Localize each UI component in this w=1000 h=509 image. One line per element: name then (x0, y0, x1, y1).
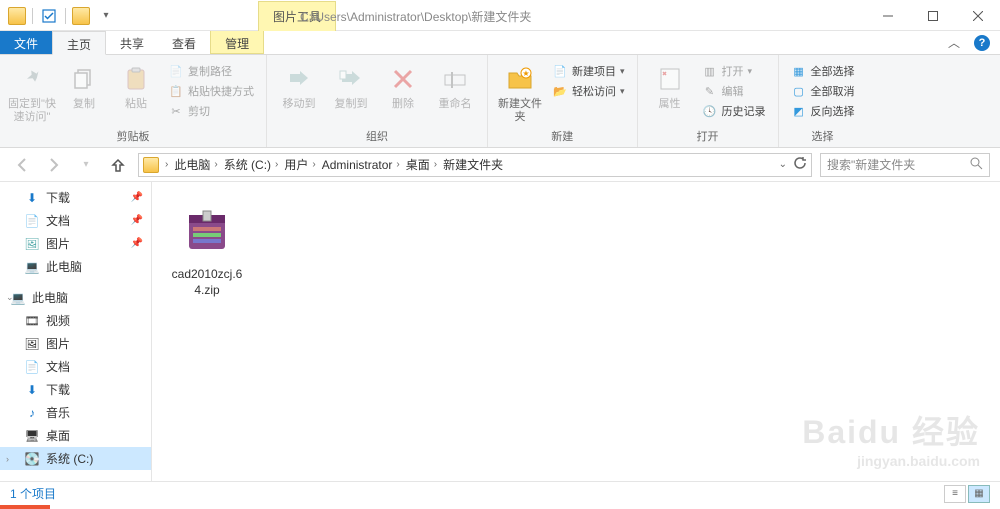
breadcrumb-segment: 桌面› (406, 156, 441, 173)
address-row: ▾ › 此电脑› 系统 (C:)› 用户› Administrator› 桌面›… (0, 148, 1000, 182)
tab-manage[interactable]: 管理 (210, 31, 264, 54)
window-title: C:\Users\Administrator\Desktop\新建文件夹 (300, 8, 531, 25)
breadcrumb-segment: Administrator› (322, 158, 404, 172)
sidebar-item-downloads[interactable]: ⬇下载📌 (0, 186, 151, 209)
sidebar-item-desktop[interactable]: 🖥桌面 (0, 424, 151, 447)
edit-button[interactable]: ✎编辑 (698, 81, 770, 101)
new-item-button[interactable]: 📄新建项目▾ (548, 61, 629, 81)
tab-home[interactable]: 主页 (52, 31, 106, 55)
file-list-pane[interactable]: cad2010zcj.64.zip (152, 182, 1000, 481)
breadcrumb-segment: 新建文件夹 (443, 156, 503, 173)
navigation-pane: ⬇下载📌 📄文档📌 🖼图片📌 💻此电脑 ⌄💻此电脑 🎞视频 🖼图片 📄文档 ⬇下… (0, 182, 152, 481)
breadcrumb-segment: 此电脑› (174, 156, 221, 173)
easy-access-button[interactable]: 📂轻松访问▾ (548, 81, 629, 101)
search-input[interactable]: 搜索"新建文件夹 (820, 153, 990, 177)
sidebar-item-system-c[interactable]: ›💽系统 (C:) (0, 447, 151, 470)
tab-view[interactable]: 查看 (158, 31, 210, 54)
copy-to-button[interactable]: 复制到 (327, 59, 375, 111)
paste-button[interactable]: 粘贴 (112, 59, 160, 111)
ribbon: 固定到"快速访问" 复制 粘贴 📄复制路径 📋粘贴快捷方式 ✂剪切 剪贴板 (0, 55, 1000, 148)
ribbon-group-new: ★ 新建文件夹 📄新建项目▾ 📂轻松访问▾ 新建 (488, 55, 638, 147)
sidebar-item-documents[interactable]: 📄文档📌 (0, 209, 151, 232)
delete-button[interactable]: 删除 (379, 59, 427, 111)
group-label-new: 新建 (496, 126, 629, 147)
invert-selection-button[interactable]: ◩反向选择 (787, 101, 859, 121)
nav-forward-button[interactable] (42, 153, 66, 177)
ribbon-group-clipboard: 固定到"快速访问" 复制 粘贴 📄复制路径 📋粘贴快捷方式 ✂剪切 剪贴板 (0, 55, 267, 147)
address-bar[interactable]: › 此电脑› 系统 (C:)› 用户› Administrator› 桌面› 新… (138, 153, 812, 177)
address-dropdown-icon[interactable]: ⌄ (779, 159, 787, 170)
nav-up-button[interactable] (106, 153, 130, 177)
sidebar-item-videos[interactable]: 🎞视频 (0, 309, 151, 332)
group-label-organize: 组织 (275, 126, 479, 147)
sidebar-item-downloads2[interactable]: ⬇下载 (0, 378, 151, 401)
copy-path-button[interactable]: 📄复制路径 (164, 61, 258, 81)
item-count: 1 个项目 (10, 485, 56, 502)
paste-shortcut-button[interactable]: 📋粘贴快捷方式 (164, 81, 258, 101)
sidebar-item-this-pc-root[interactable]: ⌄💻此电脑 (0, 286, 151, 309)
qat-checkbox-icon[interactable] (39, 6, 59, 26)
minimize-button[interactable] (865, 1, 910, 31)
file-item[interactable]: cad2010zcj.64.zip (162, 192, 252, 305)
collapse-ribbon-icon[interactable]: ︿ (948, 34, 960, 51)
archive-icon (175, 199, 239, 263)
copy-button[interactable]: 复制 (60, 59, 108, 111)
ribbon-tabs: 文件 主页 共享 查看 管理 ︿ ? (0, 31, 1000, 55)
nav-back-button[interactable] (10, 153, 34, 177)
nav-history-dropdown[interactable]: ▾ (74, 153, 98, 177)
sidebar-item-music[interactable]: ♪音乐 (0, 401, 151, 424)
history-button[interactable]: 🕓历史记录 (698, 101, 770, 121)
move-to-button[interactable]: 移动到 (275, 59, 323, 111)
red-annotation-line (0, 505, 1000, 509)
help-icon[interactable]: ? (974, 35, 990, 51)
rename-button[interactable]: 重命名 (431, 59, 479, 111)
app-folder-icon (8, 7, 26, 25)
view-details-button[interactable]: ≡ (944, 485, 966, 503)
ribbon-group-open: 属性 ▥打开▾ ✎编辑 🕓历史记录 打开 (638, 55, 779, 147)
tab-file[interactable]: 文件 (0, 31, 52, 54)
group-label-clipboard: 剪贴板 (8, 126, 258, 147)
search-icon (970, 157, 983, 173)
close-button[interactable] (955, 1, 1000, 31)
ribbon-group-select: ▦全部选择 ▢全部取消 ◩反向选择 选择 (779, 55, 867, 147)
maximize-button[interactable] (910, 1, 955, 31)
cut-button[interactable]: ✂剪切 (164, 101, 258, 121)
svg-text:★: ★ (522, 69, 529, 78)
new-folder-button[interactable]: ★ 新建文件夹 (496, 59, 544, 124)
group-label-select: 选择 (787, 126, 859, 147)
title-bar: ▾ 图片工具 C:\Users\Administrator\Desktop\新建… (0, 1, 1000, 31)
group-label-open: 打开 (646, 126, 770, 147)
properties-button[interactable]: 属性 (646, 59, 694, 111)
open-button[interactable]: ▥打开▾ (698, 61, 770, 81)
sidebar-item-pictures[interactable]: 🖼图片📌 (0, 232, 151, 255)
address-folder-icon (143, 157, 159, 173)
sidebar-item-this-pc[interactable]: 💻此电脑 (0, 255, 151, 278)
file-name: cad2010zcj.64.zip (169, 267, 245, 298)
pin-to-quick-access-button[interactable]: 固定到"快速访问" (8, 59, 56, 124)
breadcrumb-segment: 用户› (284, 156, 319, 173)
select-all-button[interactable]: ▦全部选择 (787, 61, 859, 81)
ribbon-group-organize: 移动到 复制到 删除 重命名 组织 (267, 55, 488, 147)
breadcrumb-segment: 系统 (C:)› (224, 156, 283, 173)
refresh-icon[interactable] (793, 156, 807, 173)
tab-share[interactable]: 共享 (106, 31, 158, 54)
qat-dropdown-icon[interactable]: ▾ (96, 6, 116, 26)
select-none-button[interactable]: ▢全部取消 (787, 81, 859, 101)
status-bar: 1 个项目 ≡ ▦ (0, 481, 1000, 505)
view-icons-button[interactable]: ▦ (968, 485, 990, 503)
sidebar-item-documents2[interactable]: 📄文档 (0, 355, 151, 378)
qat-folder-icon[interactable] (72, 7, 90, 25)
sidebar-item-pictures2[interactable]: 🖼图片 (0, 332, 151, 355)
